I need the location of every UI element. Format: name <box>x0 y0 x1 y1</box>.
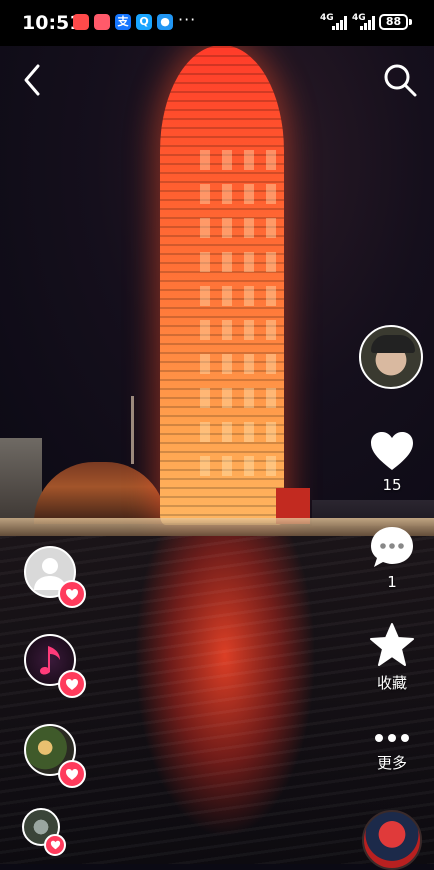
floating-avatar-4[interactable] <box>22 808 66 856</box>
heart-icon <box>371 432 413 470</box>
battery-tip <box>409 19 412 25</box>
status-bar: 10:51 支 Q ● ··· 4G 4G 88 <box>0 0 434 46</box>
heart-badge <box>58 670 86 698</box>
heart-badge <box>44 834 66 856</box>
search-app-icon: Q <box>136 14 152 30</box>
avatar-hat <box>371 335 415 353</box>
floating-avatar-3[interactable] <box>24 724 86 788</box>
floating-avatar-1[interactable] <box>24 546 86 608</box>
spire <box>131 396 134 464</box>
star-icon <box>370 623 414 666</box>
more-notifications: ··· <box>178 10 197 29</box>
heart-badge <box>58 760 86 788</box>
favorite-button[interactable]: 收藏 <box>360 622 424 693</box>
floating-avatar-2[interactable] <box>24 634 86 698</box>
comment-count: 1 <box>387 573 397 591</box>
battery-icon: 88 <box>379 14 408 30</box>
signal-1-icon <box>332 16 348 30</box>
back-button[interactable] <box>18 62 48 98</box>
heart-icon <box>50 840 60 850</box>
author-avatar[interactable] <box>359 325 423 389</box>
like-count: 15 <box>382 476 402 494</box>
favorite-label: 收藏 <box>376 674 407 692</box>
search-button[interactable] <box>382 62 418 98</box>
more-button[interactable]: 更多 <box>360 728 424 773</box>
search-icon <box>384 64 417 97</box>
music-disc[interactable] <box>362 810 422 870</box>
chat-app-icon: ● <box>157 14 173 30</box>
alipay-icon: 支 <box>115 14 131 30</box>
app-red2-icon <box>94 14 110 30</box>
tower-led-text <box>200 150 280 480</box>
comment-button[interactable]: 1 <box>360 525 424 591</box>
heart-icon <box>66 678 78 690</box>
comment-icon <box>371 527 413 567</box>
red-app-icon <box>73 14 89 30</box>
more-dots-icon <box>375 734 409 742</box>
heart-badge <box>58 580 86 608</box>
signal-2-icon <box>360 16 376 30</box>
heart-icon <box>66 768 78 780</box>
like-button[interactable]: 15 <box>360 430 424 494</box>
chevron-left-icon <box>24 64 40 96</box>
more-label: 更多 <box>376 754 407 772</box>
heart-icon <box>66 588 78 600</box>
